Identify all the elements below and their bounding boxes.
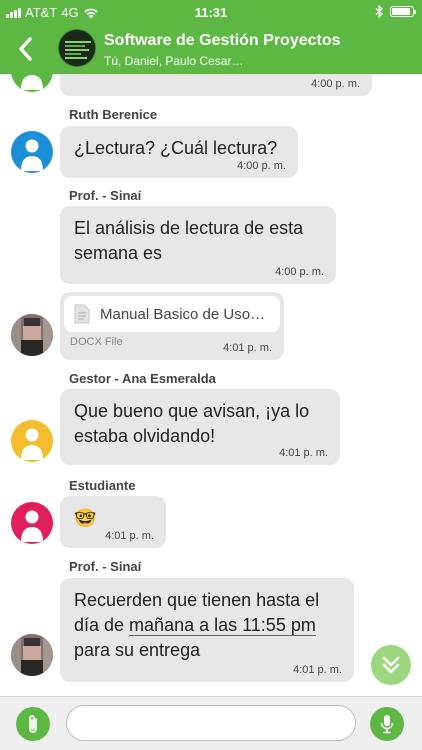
message-input[interactable] — [66, 705, 356, 741]
clock: 11:31 — [194, 5, 228, 20]
message-text: ¿Lectura? ¿Cuál lectura? — [74, 138, 278, 158]
file-type: DOCX File — [70, 336, 123, 348]
chat-header: Software de Gestión Proyectos Tú, Daniel… — [0, 24, 422, 74]
chevron-left-icon — [19, 37, 32, 61]
double-chevron-down-icon — [382, 656, 400, 674]
scroll-to-bottom-button[interactable] — [371, 645, 411, 685]
message-bubble[interactable]: Recuerden que tienen hasta el día de mañ… — [60, 578, 354, 682]
file-message-bubble[interactable]: Manual Basico de Uso… DOCX File 4:01 p. … — [60, 292, 284, 360]
sender-name: Estudiante — [69, 478, 136, 493]
message-time: 4:01 p. m. — [223, 342, 272, 354]
user-avatar[interactable] — [11, 420, 53, 462]
user-avatar[interactable] — [11, 314, 53, 356]
message-text: 🤓 — [74, 508, 97, 528]
message-text: Recuerden que tienen hasta el día de mañ… — [74, 590, 320, 660]
user-avatar[interactable] — [11, 131, 53, 173]
file-name: Manual Basico de Uso… — [100, 305, 266, 323]
microphone-button[interactable] — [370, 707, 404, 741]
sender-name: Gestor - Ana Esmeralda — [69, 371, 216, 386]
document-icon — [74, 304, 90, 324]
back-button[interactable] — [8, 32, 42, 66]
paperclip-icon — [29, 715, 37, 733]
message-list[interactable]: 4:00 p. m. Ruth Berenice ¿Lectura? ¿Cuál… — [0, 74, 422, 696]
message-bubble[interactable]: 4:00 p. m. — [60, 74, 372, 96]
message-text: Que bueno que avisan, ¡ya lo estaba olvi… — [74, 401, 310, 446]
file-attachment[interactable]: Manual Basico de Uso… — [64, 296, 280, 332]
message-time: 4:01 p. m. — [279, 447, 328, 459]
sender-name: Prof. - Sinaí — [69, 559, 142, 574]
chat-title[interactable]: Software de Gestión Proyectos — [104, 32, 341, 50]
message-bubble[interactable]: El análisis de lectura de esta semana es… — [60, 206, 336, 284]
date-link[interactable]: mañana a las 11:55 pm — [129, 615, 316, 636]
user-avatar[interactable] — [11, 74, 53, 92]
attach-button[interactable] — [16, 707, 50, 741]
microphone-icon — [380, 715, 394, 734]
message-time: 4:00 p. m. — [311, 78, 360, 90]
message-time: 4:00 p. m. — [237, 160, 286, 172]
status-bar: AT&T 4G 11:31 — [0, 0, 422, 24]
message-bubble[interactable]: ¿Lectura? ¿Cuál lectura? 4:00 p. m. — [60, 126, 298, 178]
group-avatar[interactable] — [58, 29, 96, 67]
message-text: El análisis de lectura de esta semana es — [74, 218, 304, 263]
message-bubble[interactable]: 🤓 4:01 p. m. — [60, 496, 166, 548]
message-time: 4:00 p. m. — [275, 266, 324, 278]
status-right — [375, 5, 416, 18]
user-avatar[interactable] — [11, 502, 53, 544]
sender-name: Ruth Berenice — [69, 107, 158, 122]
message-bubble[interactable]: Que bueno que avisan, ¡ya lo estaba olvi… — [60, 389, 340, 465]
message-time: 4:01 p. m. — [105, 530, 154, 542]
bluetooth-icon — [375, 5, 383, 18]
composer-bar — [0, 696, 422, 750]
user-avatar[interactable] — [11, 634, 53, 676]
message-time: 4:01 p. m. — [293, 664, 342, 676]
chat-participants[interactable]: Tú, Daniel, Paulo Cesar… — [104, 54, 243, 68]
battery-icon — [390, 6, 416, 17]
sender-name: Prof. - Sinaí — [69, 188, 142, 203]
